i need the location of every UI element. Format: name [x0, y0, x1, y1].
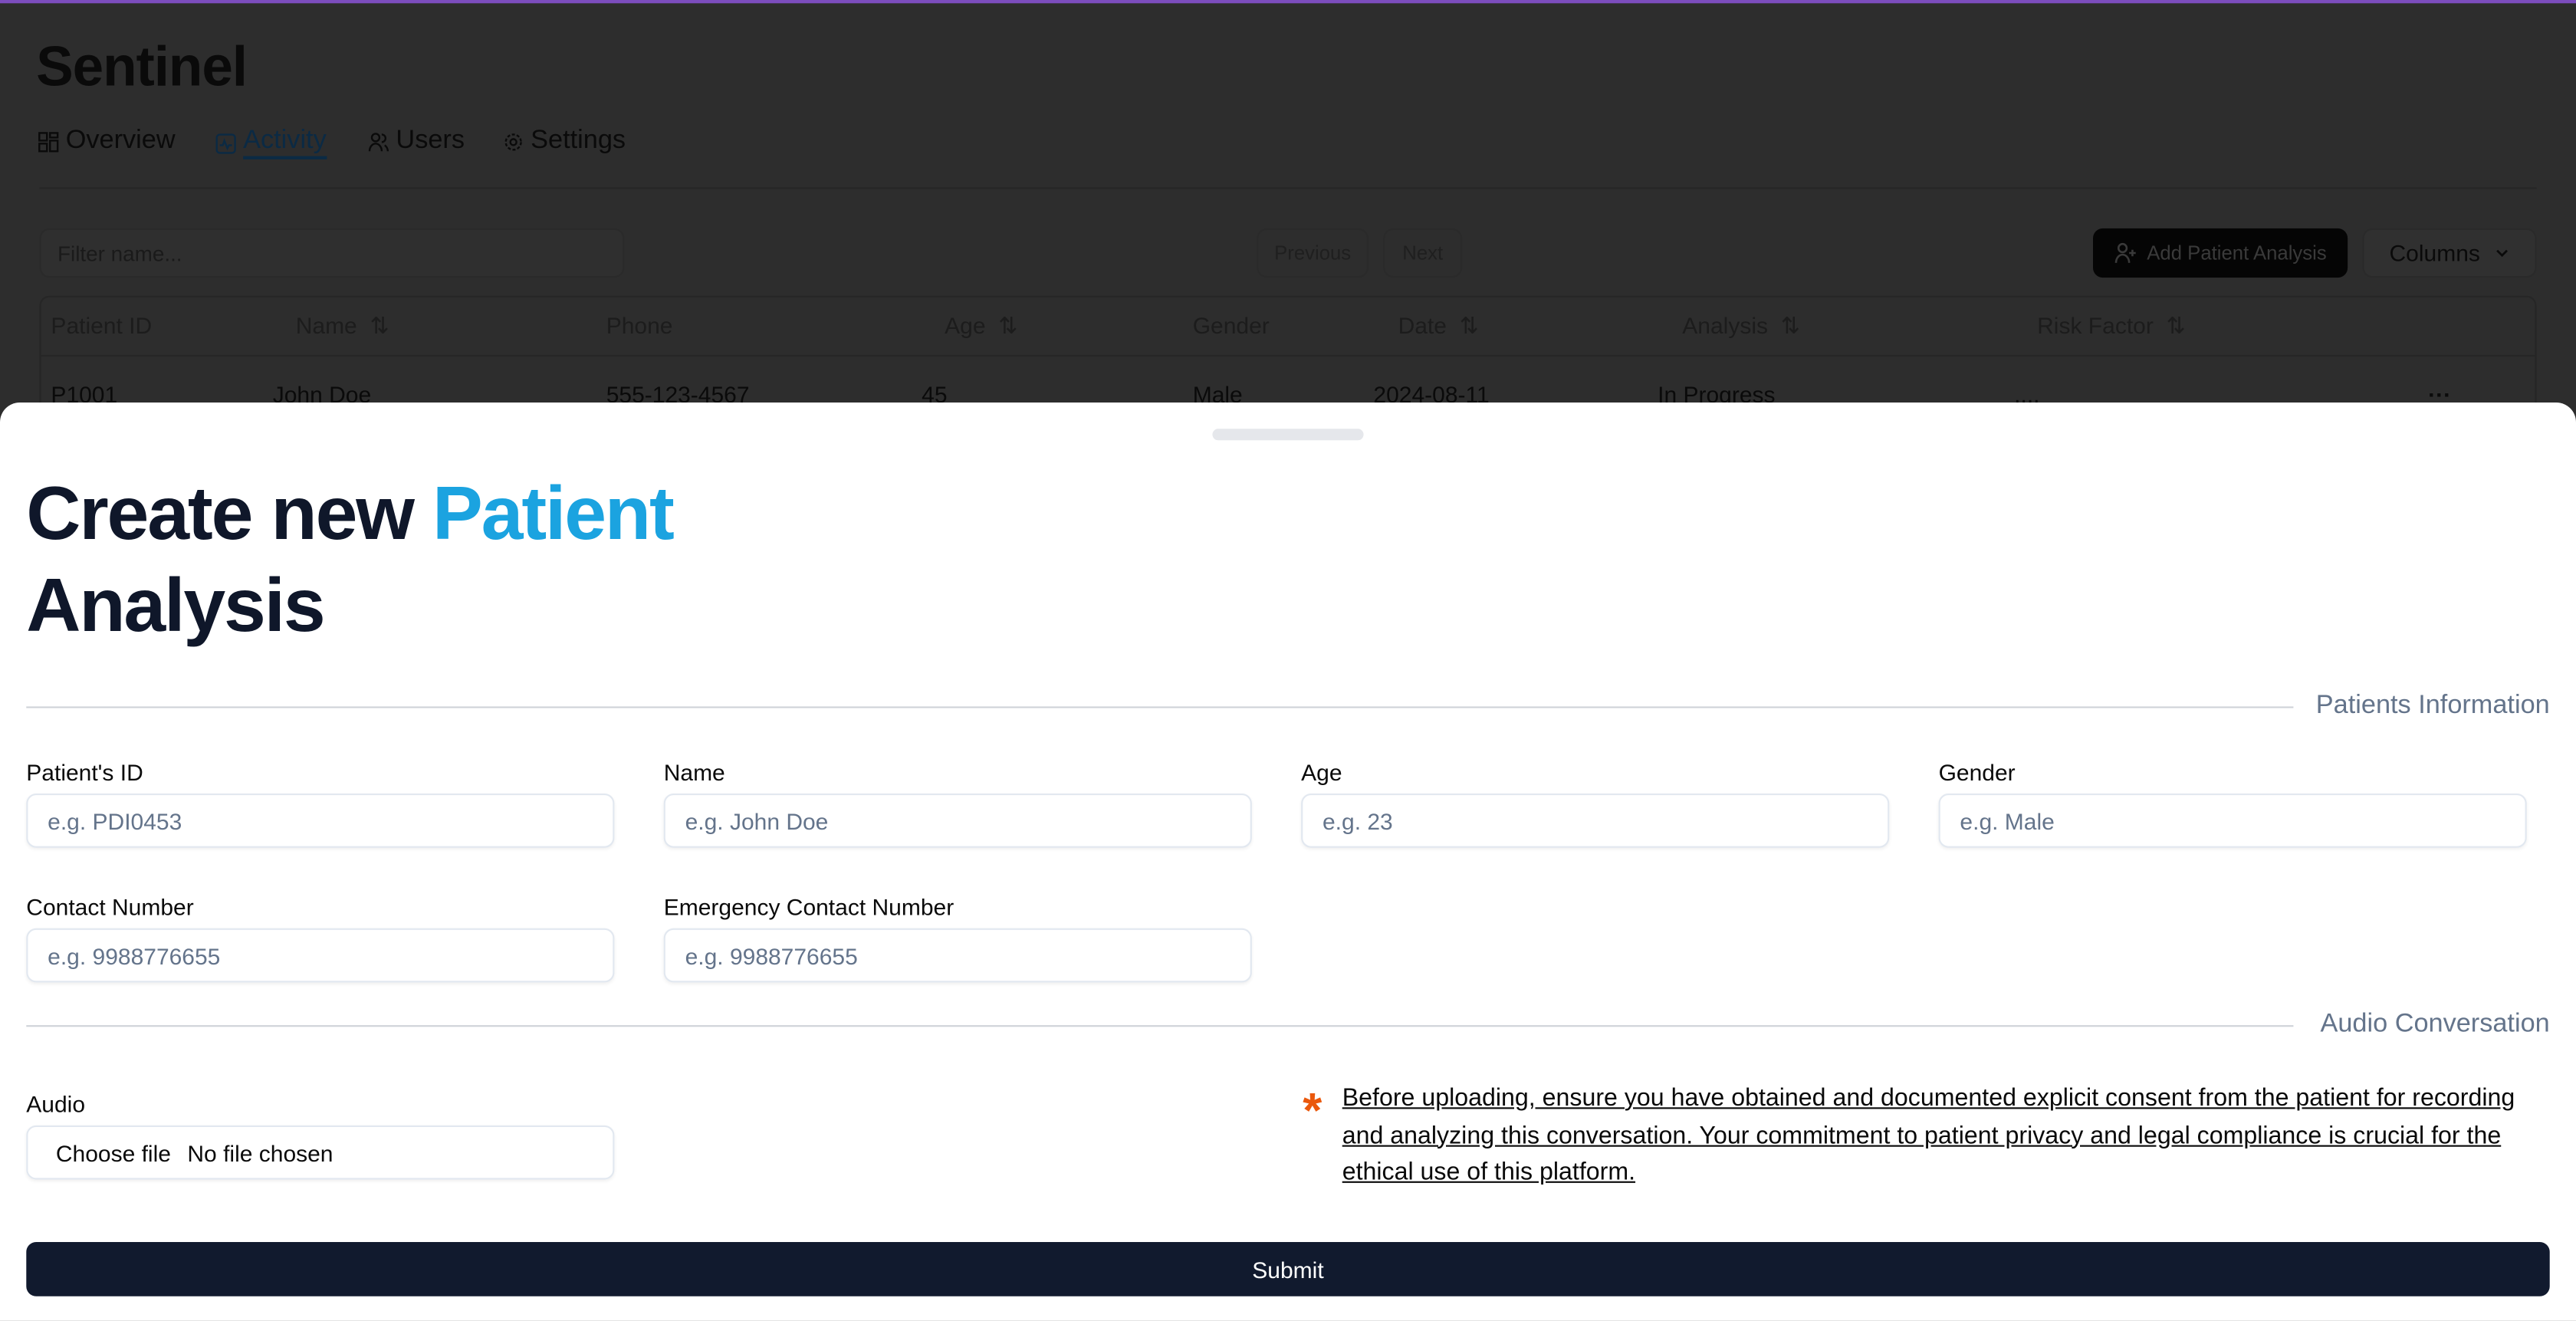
- gear-icon: [504, 133, 522, 150]
- activity-icon: [215, 133, 236, 153]
- section-divider: [26, 706, 2294, 708]
- title-accent: Patient: [432, 469, 675, 556]
- user-plus-icon: [2114, 242, 2136, 263]
- title-text: Create new: [26, 469, 433, 556]
- section-patients-information: Patients Information: [2315, 692, 2550, 720]
- columns-dropdown[interactable]: Columns: [2362, 228, 2537, 278]
- header-gender: Gender: [1192, 312, 1270, 339]
- contact-number-input[interactable]: [26, 928, 615, 983]
- header-analysis[interactable]: Analysis ⇅: [1682, 312, 1800, 340]
- audio-file-input[interactable]: Choose file No file chosen: [26, 1125, 615, 1180]
- sort-icon: ⇅: [1774, 312, 1800, 339]
- submit-button[interactable]: Submit: [26, 1242, 2550, 1296]
- sort-icon: ⇅: [991, 312, 1018, 339]
- next-button[interactable]: Next: [1383, 228, 1463, 278]
- top-accent-bar: [0, 0, 2576, 4]
- header-label: Name: [295, 312, 357, 339]
- gender-label: Gender: [1938, 758, 2016, 786]
- emergency-contact-label: Emergency Contact Number: [663, 893, 955, 920]
- sheet-drag-handle[interactable]: [1212, 429, 1364, 441]
- age-input[interactable]: [1301, 794, 1890, 848]
- header-divider: [39, 354, 2537, 357]
- sort-icon: ⇅: [1453, 312, 1479, 339]
- name-label: Name: [663, 758, 725, 786]
- gender-input[interactable]: [1938, 794, 2527, 848]
- header-risk-factor[interactable]: Risk Factor ⇅: [2037, 312, 2186, 340]
- name-input[interactable]: [663, 794, 1252, 848]
- tab-label: Overview: [65, 127, 176, 155]
- tab-overview[interactable]: Overview: [38, 127, 176, 156]
- header-name[interactable]: Name ⇅: [296, 312, 389, 340]
- users-icon: [368, 132, 389, 151]
- section-audio-conversation: Audio Conversation: [2320, 1010, 2550, 1039]
- emergency-contact-input[interactable]: [663, 928, 1252, 983]
- tab-users[interactable]: Users: [368, 127, 465, 156]
- age-label: Age: [1301, 758, 1342, 786]
- sort-icon: ⇅: [363, 312, 389, 339]
- patient-id-label: Patient's ID: [26, 758, 143, 786]
- contact-number-label: Contact Number: [26, 893, 194, 920]
- grid-icon: [38, 131, 59, 152]
- header-label: Age: [945, 312, 986, 339]
- title-text: Analysis: [26, 561, 325, 648]
- filter-name-input[interactable]: Filter name...: [39, 228, 625, 278]
- header-divider: [39, 187, 2537, 189]
- section-divider: [26, 1025, 2294, 1027]
- add-patient-analysis-button[interactable]: Add Patient Analysis: [2093, 228, 2348, 278]
- add-button-label: Add Patient Analysis: [2147, 242, 2327, 265]
- choose-file-button[interactable]: Choose file: [56, 1139, 171, 1165]
- header-phone: Phone: [606, 312, 673, 339]
- chevron-down-icon: [2496, 249, 2508, 258]
- tab-settings[interactable]: Settings: [503, 127, 626, 156]
- consent-note: Before uploading, ensure you have obtain…: [1342, 1084, 2515, 1187]
- header-label: Risk Factor: [2037, 312, 2154, 339]
- header-age[interactable]: Age ⇅: [945, 312, 1017, 340]
- app-title: Sentinel: [36, 36, 248, 99]
- header-date[interactable]: Date ⇅: [1398, 312, 1479, 340]
- header-patient-id: Patient ID: [51, 312, 153, 339]
- tab-activity[interactable]: Activity: [215, 127, 327, 159]
- patient-id-input[interactable]: [26, 794, 615, 848]
- header-label: Analysis: [1682, 312, 1769, 339]
- tab-label: Users: [396, 127, 465, 155]
- tab-label: Activity: [243, 127, 327, 159]
- sort-icon: ⇅: [2160, 312, 2186, 339]
- audio-label: Audio: [26, 1090, 86, 1118]
- header-label: Date: [1398, 312, 1447, 339]
- tab-label: Settings: [531, 127, 626, 155]
- columns-label: Columns: [2389, 239, 2480, 267]
- sheet-title: Create new Patient Analysis: [26, 467, 675, 651]
- previous-button[interactable]: Previous: [1257, 228, 1368, 278]
- file-status: No file chosen: [187, 1139, 334, 1166]
- asterisk-icon: *: [1303, 1084, 1322, 1139]
